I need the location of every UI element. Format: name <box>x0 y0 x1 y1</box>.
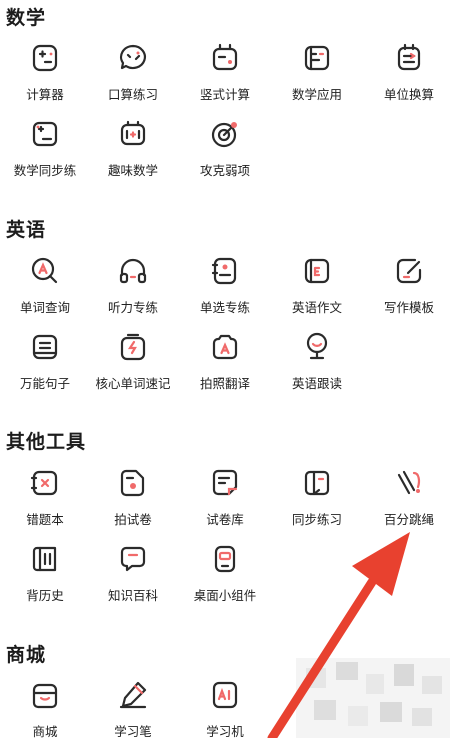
tool-unit-convert-label: 单位换算 <box>383 87 434 102</box>
tool-oral-calc-label: 口算练习 <box>107 87 158 102</box>
tool-history[interactable]: 背历史 <box>0 543 90 604</box>
speech-bubble-icon <box>120 44 146 70</box>
sync-book-icon <box>32 121 58 147</box>
tool-listening-label: 听力专练 <box>107 300 158 315</box>
book-icon <box>304 45 330 71</box>
tool-history-label: 背历史 <box>26 588 64 603</box>
tool-writing-template-label: 写作模板 <box>383 300 434 315</box>
tool-math-sync-label: 数学同步练 <box>13 163 77 178</box>
tool-writing-template[interactable]: 写作模板 <box>364 255 450 316</box>
mosaic-watermark <box>296 658 450 738</box>
tool-study-device[interactable]: 学习机 <box>180 679 270 740</box>
target-icon <box>211 122 237 148</box>
tool-unit-convert[interactable]: 单位换算 <box>364 42 450 103</box>
tool-photo-translate-label: 拍照翻译 <box>199 376 250 391</box>
camera-a-icon <box>212 334 238 360</box>
tool-weak-points[interactable]: 攻克弱项 <box>180 118 270 179</box>
tool-single-choice[interactable]: 单选专练 <box>180 255 270 316</box>
tool-photo-translate[interactable]: 拍照翻译 <box>180 331 270 392</box>
tool-sync-practice-label: 同步练习 <box>291 512 342 527</box>
tool-single-choice-label: 单选专练 <box>199 300 250 315</box>
sentence-card-icon <box>32 334 58 360</box>
shop-icon <box>32 683 58 709</box>
tool-study-pen[interactable]: 学习笔 <box>88 679 178 740</box>
unit-convert-icon <box>397 43 421 71</box>
lightning-card-icon <box>120 333 146 361</box>
tool-study-device-label: 学习机 <box>206 724 244 739</box>
tool-word-lookup-label: 单词查询 <box>19 300 70 315</box>
section-title-english: 英语 <box>6 219 47 241</box>
ai-device-icon <box>212 681 238 709</box>
scroll-icon <box>32 546 57 572</box>
tool-desktop-widget[interactable]: 桌面小组件 <box>180 543 270 604</box>
widget-icon <box>214 545 236 573</box>
tool-desktop-widget-label: 桌面小组件 <box>193 588 257 603</box>
section-title-mall: 商城 <box>6 644 47 666</box>
tool-sync-practice[interactable]: 同步练习 <box>272 467 362 528</box>
tool-paper-library-label: 试卷库 <box>206 512 244 527</box>
tool-english-essay[interactable]: 英语作文 <box>272 255 362 316</box>
tool-listening[interactable]: 听力专练 <box>88 255 178 316</box>
calculator-icon <box>32 44 58 72</box>
tool-word-lookup[interactable]: 单词查询 <box>0 255 90 316</box>
vertical-calc-icon <box>212 43 238 71</box>
single-choice-icon <box>211 257 237 285</box>
headphones-icon <box>119 258 147 284</box>
tool-core-words[interactable]: 核心单词速记 <box>88 331 178 392</box>
scan-paper-icon <box>120 469 145 497</box>
tool-mall-label: 商城 <box>32 724 58 739</box>
tool-core-words-label: 核心单词速记 <box>95 376 171 391</box>
microphone-icon <box>306 332 328 360</box>
tool-math-sync[interactable]: 数学同步练 <box>0 118 90 179</box>
pen-icon <box>119 681 147 709</box>
tool-rope-skipping-label: 百分跳绳 <box>383 512 434 527</box>
section-title-math: 数学 <box>6 7 47 29</box>
tool-sentences-label: 万能句子 <box>19 376 70 391</box>
tool-encyclopedia-label: 知识百科 <box>107 588 158 603</box>
tool-vertical-calc[interactable]: 竖式计算 <box>180 42 270 103</box>
tool-fun-math[interactable]: 趣味数学 <box>88 118 178 179</box>
section-title-tools: 其他工具 <box>6 431 87 453</box>
tool-english-essay-label: 英语作文 <box>291 300 342 315</box>
tool-calculator[interactable]: 计算器 <box>0 42 90 103</box>
tool-math-application[interactable]: 数学应用 <box>272 42 362 103</box>
tool-paper-library[interactable]: 试卷库 <box>180 467 270 528</box>
tool-read-along-label: 英语跟读 <box>291 376 342 391</box>
tool-sentences[interactable]: 万能句子 <box>0 331 90 392</box>
tool-fun-math-label: 趣味数学 <box>107 163 158 178</box>
pen-note-icon <box>396 258 422 284</box>
tool-study-pen-label: 学习笔 <box>114 724 152 739</box>
mistake-book-icon <box>30 470 58 496</box>
tool-scan-paper[interactable]: 拍试卷 <box>88 467 178 528</box>
tool-oral-calc[interactable]: 口算练习 <box>88 42 178 103</box>
tool-vertical-calc-label: 竖式计算 <box>199 87 250 102</box>
paper-library-icon <box>212 469 238 496</box>
one-plus-one-icon <box>120 120 146 146</box>
magnifier-a-icon <box>31 257 58 284</box>
tool-mall[interactable]: 商城 <box>0 679 90 740</box>
tool-math-application-label: 数学应用 <box>291 87 342 102</box>
tool-read-along[interactable]: 英语跟读 <box>272 331 362 392</box>
sync-practice-icon <box>304 470 330 496</box>
tool-calculator-label: 计算器 <box>26 87 64 102</box>
tool-mistake-book-label: 错题本 <box>26 512 64 527</box>
tool-rope-skipping[interactable]: 百分跳绳 <box>364 467 450 528</box>
jump-rope-icon <box>397 470 421 495</box>
tool-encyclopedia[interactable]: 知识百科 <box>88 543 178 604</box>
tool-mistake-book[interactable]: 错题本 <box>0 467 90 528</box>
tool-weak-points-label: 攻克弱项 <box>199 163 250 178</box>
tool-scan-paper-label: 拍试卷 <box>114 512 152 527</box>
encyclopedia-icon <box>120 546 146 572</box>
en-essay-icon <box>304 258 330 284</box>
